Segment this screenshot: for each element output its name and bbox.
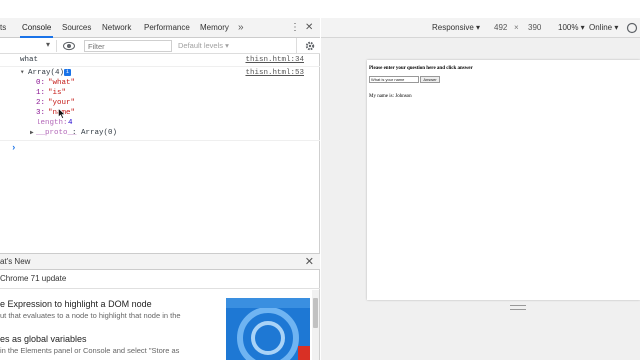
devtools-tabbar: ts Console Sources Network Performance M… [0,18,320,38]
video-thumbnail[interactable] [226,298,310,360]
settings-gear-icon[interactable] [305,41,315,51]
device-toolbar: Responsive ▾ 492 × 390 100% ▾ Online ▾ [321,18,640,38]
viewport-width-input[interactable]: 492 [494,18,507,38]
feature-description: in the Elements panel or Console and sel… [0,346,180,355]
feature-description: ut that evaluates to a node to highlight… [0,311,181,320]
viewport-height-input[interactable]: 390 [528,18,541,38]
tab-performance[interactable]: Performance [144,18,190,38]
console-row-separator [0,140,320,141]
drawer-tabbar: at's New ✕ [0,254,320,270]
close-devtools-icon[interactable]: ✕ [305,18,313,38]
filter-separator-right [296,38,297,54]
feature-title[interactable]: es as global variables [0,334,87,344]
update-title: Chrome 71 update [0,274,67,283]
proto-value: : Array(0) [72,129,118,137]
tab-sources[interactable]: Sources [62,18,91,38]
close-drawer-icon[interactable]: ✕ [305,255,314,268]
devtools-panel: ts Console Sources Network Performance M… [0,18,320,360]
whats-new-tab[interactable]: at's New [0,257,30,266]
console-filterbar: ▾ Default levels ▾ [0,38,320,54]
tab-network[interactable]: Network [102,18,131,38]
array-proto: ▶ __proto__ : Array(0) [0,127,320,139]
console-line: what thisn.html:34 [0,54,320,66]
drawer-scroll-thumb[interactable] [313,298,318,328]
filter-input[interactable] [84,40,172,52]
dimension-times: × [514,23,519,32]
page-heading: Please enter your question here and clic… [369,66,473,71]
prompt-caret-icon: › [11,143,17,153]
screen: ts Console Sources Network Performance M… [0,0,640,360]
console-output: what thisn.html:34 ▾ Array(4) i thisn.ht… [0,54,320,254]
tab-elements-partial[interactable]: ts [0,18,6,38]
log-text: what [20,56,39,64]
update-separator [0,288,320,289]
tab-memory[interactable]: Memory [200,18,229,38]
tab-console[interactable]: Console [20,18,54,38]
answer-button[interactable]: Answer [420,76,440,83]
console-prompt[interactable]: › [0,142,320,154]
viewport-resize-handle[interactable] [510,305,526,310]
collapsed-triangle-icon[interactable]: ▶ [30,127,34,139]
mouse-cursor-icon [58,108,66,119]
filter-separator [56,40,57,52]
network-throttle-dropdown[interactable]: Online ▾ [589,18,618,38]
more-tabs-icon[interactable]: » [238,18,244,38]
video-graphic-icon [226,298,310,360]
feature-title[interactable]: e Expression to highlight a DOM node [0,299,152,309]
emulated-page: Please enter your question here and clic… [367,60,640,300]
default-levels-dropdown[interactable]: Default levels ▾ [178,40,229,52]
info-badge-icon: i [64,69,71,76]
kebab-menu-icon[interactable]: ⋮ [290,18,300,38]
zoom-dropdown[interactable]: 100% ▾ [558,18,585,38]
question-input[interactable]: What is your name [369,76,419,83]
proto-key[interactable]: __proto__ [36,127,77,139]
context-dropdown-icon[interactable]: ▾ [46,40,50,49]
eye-icon[interactable] [63,41,75,51]
source-link[interactable]: thisn.html:34 [245,54,304,66]
rotate-icon[interactable] [625,22,639,34]
answer-text: My name is: Johnson [369,94,412,99]
responsive-dropdown[interactable]: Responsive ▾ [432,18,480,38]
